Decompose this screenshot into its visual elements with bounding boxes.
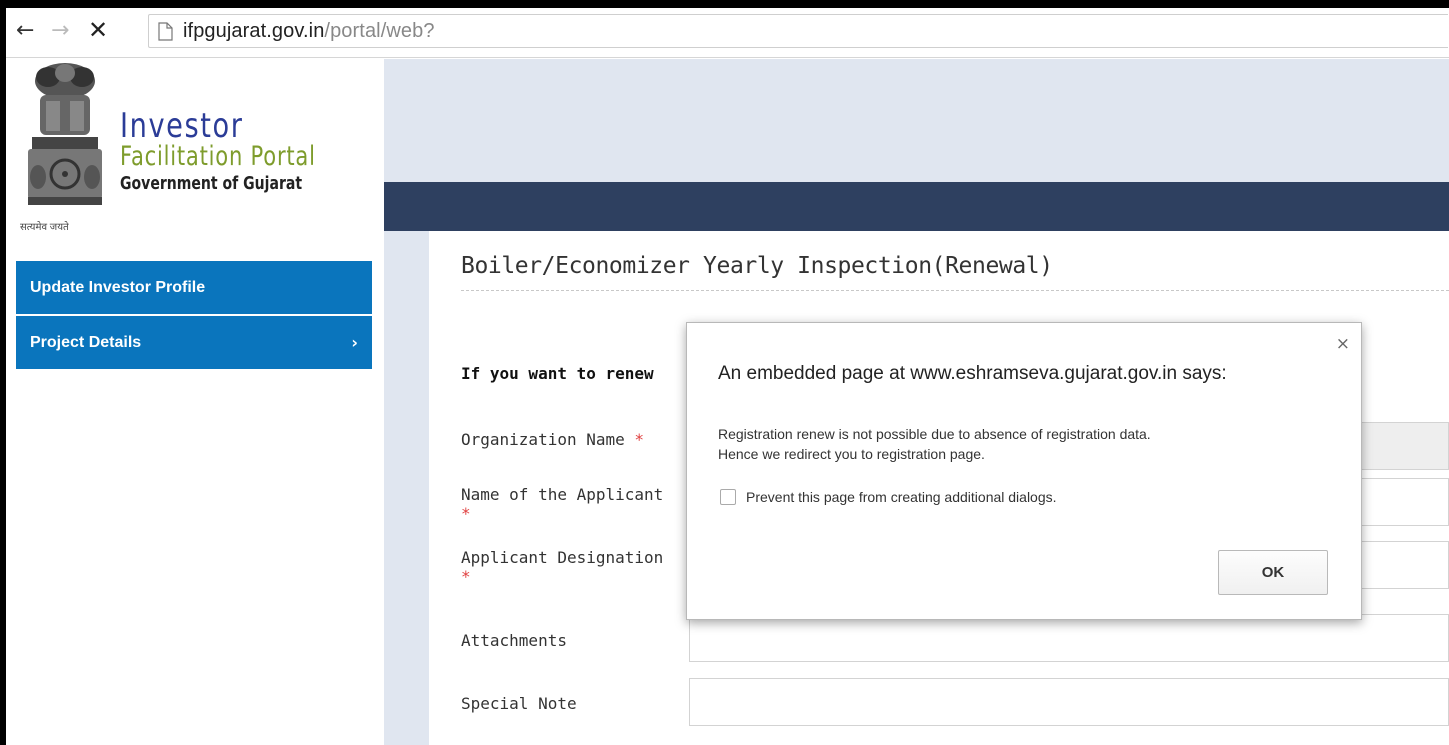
- special-note-label: Special Note: [461, 694, 577, 713]
- page-title: Boiler/Economizer Yearly Inspection(Rene…: [461, 253, 1053, 279]
- portal-logo[interactable]: Investor Facilitation Portal Government …: [6, 59, 384, 239]
- header-banner: [384, 59, 1449, 182]
- sidebar-item-project-details[interactable]: Project Details ›: [16, 316, 372, 371]
- title-divider: [461, 290, 1449, 291]
- url-path: /portal/web?: [324, 20, 435, 42]
- sidebar-item-update-investor-profile[interactable]: Update Investor Profile: [16, 261, 372, 316]
- sidebar-item-label: Project Details: [30, 333, 142, 351]
- stop-loading-icon[interactable]: ✕: [88, 17, 108, 43]
- logo-motto: सत्यमेव जयते: [20, 222, 69, 233]
- field-label-text: Organization Name: [461, 430, 625, 449]
- ok-button[interactable]: OK: [1218, 550, 1328, 595]
- required-mark: *: [461, 567, 471, 586]
- sidebar-menu: Update Investor Profile Project Details …: [16, 261, 372, 371]
- dialog-message-line: Hence we redirect you to registration pa…: [718, 446, 985, 462]
- page-icon: [158, 22, 173, 41]
- url-host: ifpgujarat.gov.in: [183, 20, 325, 42]
- required-mark: *: [634, 430, 645, 449]
- ashoka-emblem-icon: [28, 63, 102, 205]
- dialog-title: An embedded page at www.eshramseva.gujar…: [718, 363, 1227, 384]
- content-gutter: [384, 231, 429, 745]
- url-text[interactable]: ifpgujarat.gov.in/portal/web?: [183, 20, 435, 43]
- logo-facilitation-text: Facilitation Portal: [120, 141, 316, 172]
- field-label-text: Applicant Designation: [461, 548, 664, 567]
- logo-investor-text: Investor: [120, 106, 244, 146]
- prevent-dialogs-label: Prevent this page from creating addition…: [746, 489, 1057, 505]
- browser-toolbar: ← → ✕ ifpgujarat.gov.in/portal/web?: [6, 8, 1449, 58]
- applicant-name-label: Name of the Applicant *: [461, 485, 663, 523]
- logo-government-text: Government of Gujarat: [120, 173, 303, 194]
- header-navbar: [384, 182, 1449, 231]
- prevent-dialogs-checkbox[interactable]: [720, 489, 736, 505]
- alert-dialog: × An embedded page at www.eshramseva.guj…: [686, 322, 1362, 620]
- organization-name-label: Organization Name *: [461, 430, 644, 449]
- browser-window: ← → ✕ ifpgujarat.gov.in/portal/web? Inve…: [6, 8, 1449, 745]
- close-icon[interactable]: ×: [1336, 336, 1350, 353]
- attachments-field[interactable]: [689, 614, 1449, 662]
- required-mark: *: [461, 504, 471, 523]
- attachments-label: Attachments: [461, 631, 567, 650]
- logo-text: Investor Facilitation Portal Government …: [120, 109, 371, 195]
- forward-arrow-icon[interactable]: →: [51, 18, 69, 44]
- dialog-message: Registration renew is not possible due t…: [718, 424, 1151, 464]
- field-label-text: Name of the Applicant: [461, 485, 664, 504]
- applicant-designation-label: Applicant Designation *: [461, 548, 663, 586]
- dialog-message-line: Registration renew is not possible due t…: [718, 426, 1151, 442]
- prevent-dialogs-option[interactable]: Prevent this page from creating addition…: [720, 489, 1057, 505]
- back-arrow-icon[interactable]: ←: [16, 18, 34, 44]
- sidebar-item-label: Update Investor Profile: [30, 278, 206, 296]
- renew-question: If you want to renew: [461, 364, 654, 383]
- chevron-right-icon: ›: [351, 333, 358, 352]
- address-bar[interactable]: ifpgujarat.gov.in/portal/web?: [148, 14, 1448, 48]
- special-note-field[interactable]: [689, 678, 1449, 726]
